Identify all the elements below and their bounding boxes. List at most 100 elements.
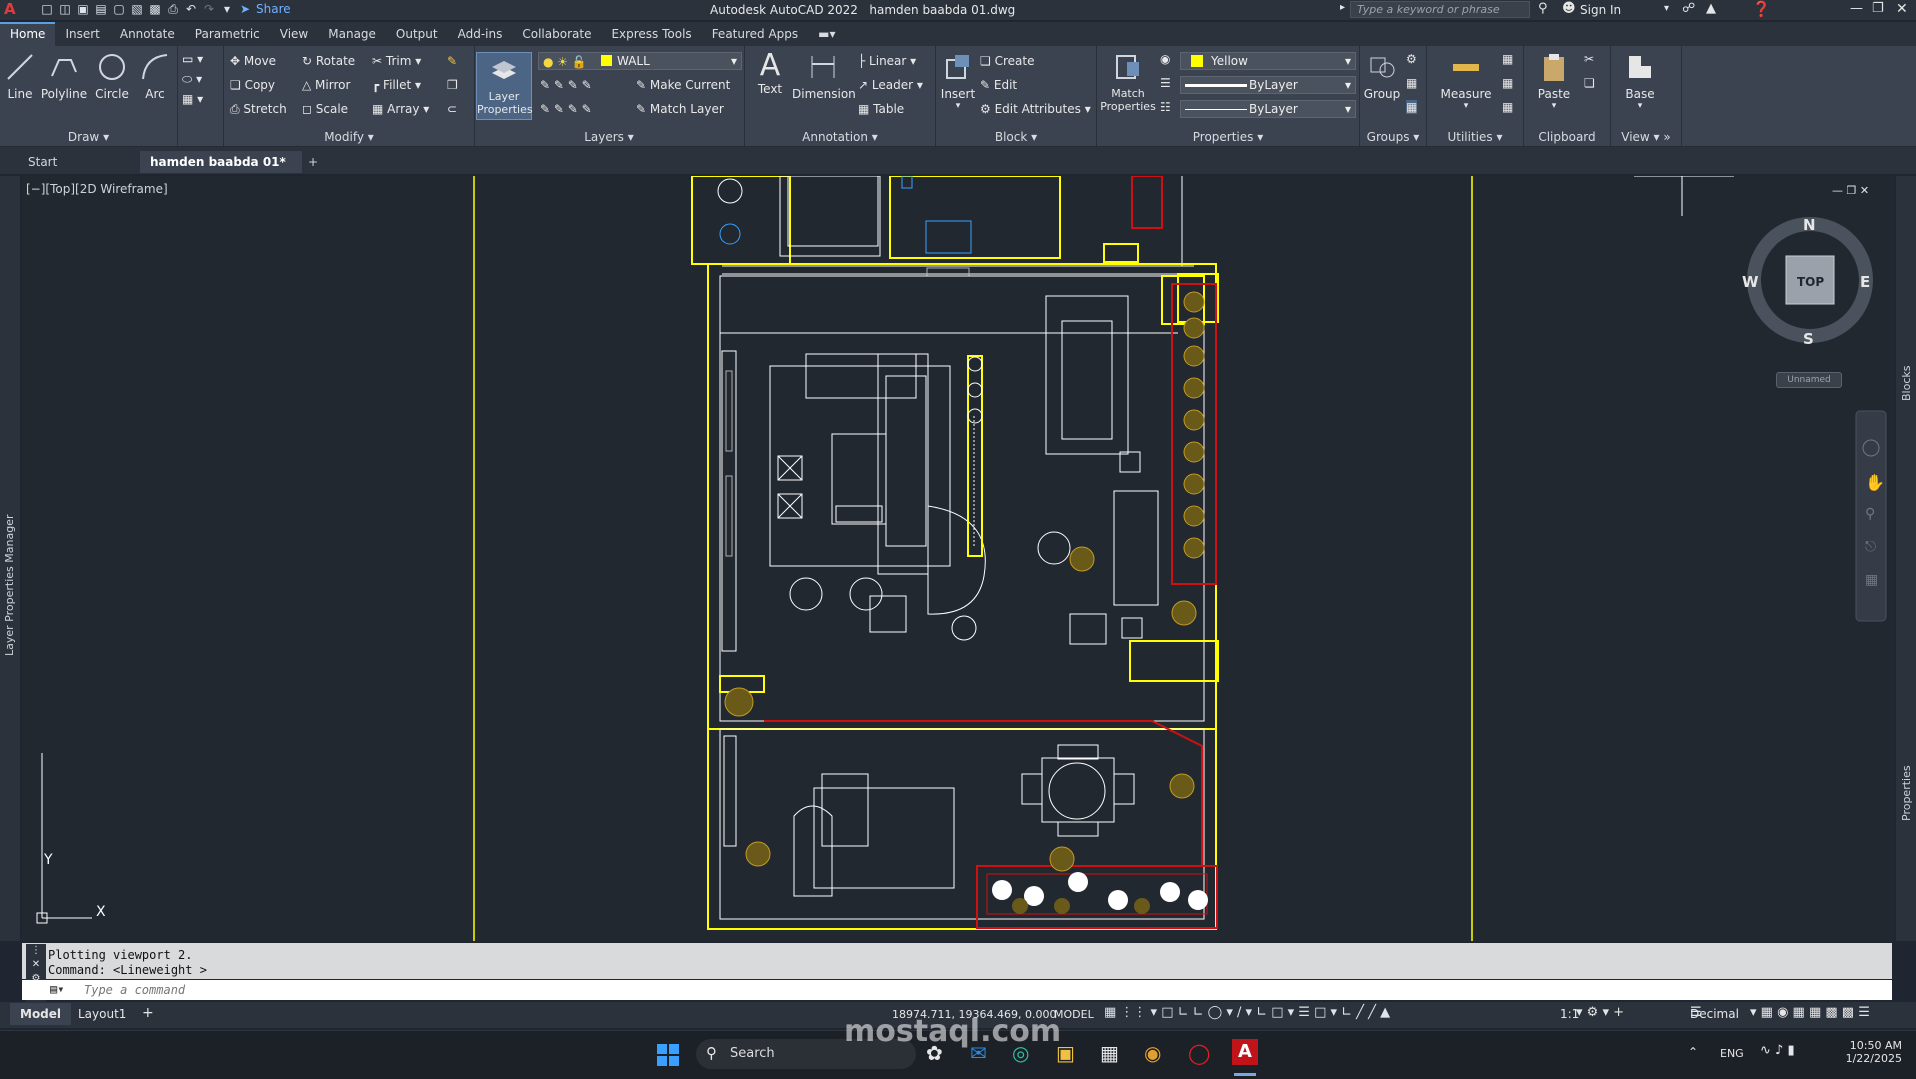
save-web-icon[interactable]: ▧ [130, 2, 144, 16]
layer-properties-button[interactable]: Layer Properties [476, 52, 533, 120]
chevron-down-icon[interactable]: ▾ [1664, 3, 1669, 14]
tab-manage[interactable]: Manage [318, 22, 386, 46]
properties-palette-label[interactable]: Properties [1900, 765, 1913, 821]
open-web-icon[interactable]: ▢ [112, 2, 126, 16]
viewcube-south[interactable]: S [1803, 330, 1814, 348]
chrome-icon[interactable]: ◉ [1144, 1041, 1161, 1065]
group-button[interactable]: Group [1362, 52, 1402, 101]
tab-parametric[interactable]: Parametric [185, 22, 270, 46]
tray-status-icons[interactable]: ∿ ♪ ▮ [1760, 1043, 1795, 1058]
quick-select-icon[interactable]: ▦ [1502, 52, 1513, 66]
search-input[interactable]: Type a keyword or phrase [1350, 1, 1530, 18]
explode-icon[interactable]: ❐ [447, 78, 458, 92]
color-dropdown[interactable]: Yellow ▾ [1180, 52, 1356, 70]
viewport-window-controls[interactable]: — ❐ ✕ [1832, 184, 1869, 197]
linetype-icon[interactable]: ☷ [1160, 100, 1171, 114]
edit-block-button[interactable]: ✎ Edit [980, 78, 1017, 92]
match-properties-button[interactable]: Match Properties [1100, 52, 1156, 113]
layer-properties-manager-label[interactable]: Layer Properties Manager [3, 515, 16, 656]
drawing-canvas[interactable]: ✋ ⚲ ⎋ ▦ [22, 175, 1894, 941]
text-button[interactable]: A Text [752, 50, 788, 97]
tab-output[interactable]: Output [386, 22, 448, 46]
trim-button[interactable]: ✂ Trim ▾ [372, 54, 421, 68]
status-right-icons[interactable]: ▾ ▦ ◉ ▦ ▦ ▩ ▩ ☰ [1750, 1005, 1870, 1020]
rectangle-tool-icon[interactable]: ▭ ▾ [182, 52, 203, 66]
add-layout-icon[interactable]: + [142, 1005, 154, 1021]
linear-button[interactable]: ├ Linear ▾ [858, 54, 916, 68]
command-input[interactable]: ▤▾ Type a command [22, 980, 1892, 1000]
match-layer-button[interactable]: ✎ Match Layer [636, 102, 724, 116]
fillet-button[interactable]: ┏ Fillet ▾ [372, 78, 421, 92]
print-icon[interactable]: ⎙ [166, 2, 180, 16]
erase-icon[interactable]: ✎ [447, 54, 457, 68]
layout1-tab[interactable]: Layout1 [78, 1007, 126, 1021]
tray-chevron-icon[interactable]: ⌃ [1688, 1045, 1698, 1059]
ungroup-icon[interactable]: ⚙ [1406, 52, 1417, 66]
layer-properties-palette[interactable]: Layer Properties Manager [0, 176, 20, 941]
right-palettes[interactable]: Blocks Properties [1896, 176, 1916, 941]
color-wheel-icon[interactable]: ◉ [1160, 52, 1170, 66]
cut-icon[interactable]: ✂ [1584, 52, 1594, 66]
blocks-palette-label[interactable]: Blocks [1900, 366, 1913, 401]
copy-clip-icon[interactable]: ❏ [1584, 76, 1595, 90]
language-indicator[interactable]: ENG [1720, 1047, 1744, 1060]
viewport-controls[interactable]: [−][Top][2D Wireframe] [26, 182, 168, 196]
viewcube-east[interactable]: E [1860, 273, 1870, 291]
zoom-icon[interactable]: ⚲ [1865, 506, 1875, 522]
store-icon[interactable]: ▦ [1100, 1041, 1119, 1065]
select-all-icon[interactable]: ▦ [1502, 76, 1513, 90]
make-current-button[interactable]: ✎ Make Current [636, 78, 730, 92]
orbit-icon[interactable]: ⎋ [1865, 539, 1876, 555]
cart-icon[interactable]: ☍ [1682, 1, 1695, 16]
layer-tools-row1-icons[interactable]: ✎ ✎ ✎ ✎ [540, 78, 592, 92]
save-as-icon[interactable]: ▤ [94, 2, 108, 16]
command-prompt-icon[interactable]: ▤▾ [50, 982, 64, 996]
array-button[interactable]: ▦ Array ▾ [372, 102, 429, 116]
save-icon[interactable]: ▣ [76, 2, 90, 16]
linetype-dropdown[interactable]: ByLayer ▾ [1180, 100, 1356, 118]
insert-button[interactable]: Insert ▾ [940, 52, 976, 111]
search-icon[interactable]: ⚲ [1538, 1, 1548, 16]
autodesk-app-icon[interactable]: ▲ [1706, 1, 1716, 16]
create-block-button[interactable]: ❏ Create [980, 54, 1034, 68]
open-folder-icon[interactable]: ◫ [58, 2, 72, 16]
dimension-button[interactable]: Dimension [792, 52, 856, 101]
autocad-taskbar-icon[interactable]: A [1232, 1039, 1258, 1065]
plot-icon[interactable]: ▩ [148, 2, 162, 16]
group-edit-icon[interactable]: ▦ [1406, 76, 1417, 90]
viewcube-top-face[interactable]: TOP [1797, 275, 1824, 289]
share-button[interactable]: Share [256, 2, 291, 16]
group-select-icon[interactable]: ▦ [1406, 100, 1418, 114]
tab-express-tools[interactable]: Express Tools [601, 22, 701, 46]
hatch-icon[interactable]: ▦ ▾ [182, 92, 203, 106]
start-tab[interactable]: Start [18, 151, 148, 173]
polyline-button[interactable]: Polyline [40, 52, 88, 101]
drawing-tab[interactable]: hamden baabda 01* ✕ [140, 151, 302, 191]
units-value[interactable]: Decimal [1690, 1007, 1739, 1021]
help-icon[interactable]: ❓ [1752, 0, 1771, 18]
layer-dropdown[interactable]: ● ☀ 🔓 WALL ▾ [538, 52, 742, 70]
measure-button[interactable]: Measure ▾ [1436, 52, 1496, 111]
showmotion-icon[interactable]: ▦ [1865, 572, 1878, 588]
line-button[interactable]: Line [4, 52, 36, 101]
lineweight-dropdown[interactable]: ByLayer ▾ [1180, 76, 1356, 94]
calculator-icon[interactable]: ▦ [1502, 100, 1513, 114]
share-icon[interactable]: ➤ [238, 2, 252, 16]
lineweight-icon[interactable]: ☰ [1160, 76, 1171, 90]
copy-button[interactable]: ❏ Copy [230, 78, 275, 92]
tab-add-ins[interactable]: Add-ins [448, 22, 513, 46]
leader-button[interactable]: ↗ Leader ▾ [858, 78, 923, 92]
layer-tools-row2-icons[interactable]: ✎ ✎ ✎ ✎ [540, 102, 592, 116]
taskbar-clock[interactable]: 10:50 AM 1/22/2025 [1838, 1039, 1902, 1065]
customize-qat-icon[interactable]: ▾ [220, 2, 234, 16]
autocad-logo-icon[interactable]: A [4, 0, 16, 18]
redo-icon[interactable]: ↷ [202, 2, 216, 16]
edit-attributes-button[interactable]: ⚙ Edit Attributes ▾ [980, 102, 1091, 116]
tab-featured-apps[interactable]: Featured Apps [702, 22, 808, 46]
new-tab-icon[interactable]: + [298, 151, 328, 173]
stretch-button[interactable]: ⎙ Stretch [230, 102, 287, 117]
ucs-dropdown[interactable]: Unnamed [1776, 372, 1842, 388]
pan-icon[interactable]: ✋ [1865, 473, 1885, 492]
user-icon[interactable]: ☻ [1562, 1, 1576, 16]
restore-icon[interactable]: ❐ [1872, 1, 1884, 16]
